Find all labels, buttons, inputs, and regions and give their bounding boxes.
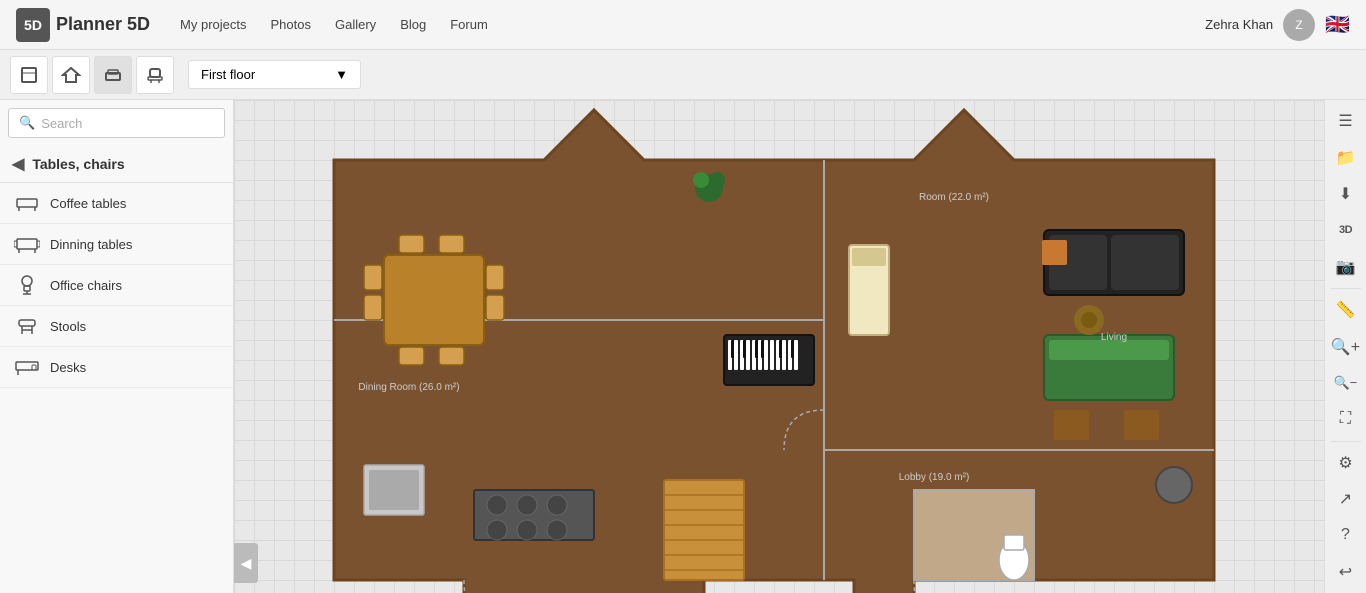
- back-button[interactable]: ↩: [1327, 555, 1365, 589]
- draw-tool-button[interactable]: [10, 56, 48, 94]
- main-toolbar: First floor ▼: [0, 50, 1366, 100]
- nav-photos[interactable]: Photos: [271, 17, 311, 32]
- sidebar-item-stools[interactable]: Stools: [0, 306, 233, 347]
- logo-icon: 5D: [16, 8, 50, 42]
- office-chairs-label: Office chairs: [50, 278, 122, 293]
- 3d-view-button[interactable]: 3D: [1327, 213, 1365, 247]
- measure-button[interactable]: 📏: [1327, 293, 1365, 327]
- sidebar-collapse-button[interactable]: ◀: [234, 543, 258, 583]
- search-icon: 🔍: [19, 115, 35, 131]
- nav-my-projects[interactable]: My projects: [180, 17, 246, 32]
- dining-table-icon: [14, 234, 40, 254]
- settings-button[interactable]: ⚙: [1327, 445, 1365, 479]
- category-label: Tables, chairs: [32, 156, 124, 172]
- share-button[interactable]: ↗: [1327, 482, 1365, 516]
- furniture-tool-button[interactable]: [94, 56, 132, 94]
- menu-button[interactable]: ☰: [1327, 104, 1365, 138]
- search-box[interactable]: 🔍 Search: [8, 108, 225, 138]
- floor-selector[interactable]: First floor ▼: [188, 60, 361, 89]
- camera-button[interactable]: 📷: [1327, 250, 1365, 284]
- main-area: 🔍 Search ◀ Tables, chairs Coffee tables …: [0, 100, 1366, 593]
- dinning-tables-label: Dinning tables: [50, 237, 132, 252]
- logo-text: Planner 5D: [56, 14, 150, 35]
- office-chair-icon: [14, 275, 40, 295]
- user-name: Zehra Khan: [1205, 17, 1273, 32]
- flag-icon: 🇬🇧: [1325, 12, 1350, 37]
- sidebar-item-dinning-tables[interactable]: Dinning tables: [0, 224, 233, 265]
- zoom-out-button[interactable]: 🔍−: [1327, 366, 1365, 400]
- floor-label: First floor: [201, 67, 255, 82]
- sidebar-item-desks[interactable]: Desks: [0, 347, 233, 388]
- logo[interactable]: 5D Planner 5D: [16, 8, 150, 42]
- svg-text:Lobby (19.0 m²): Lobby (19.0 m²): [899, 472, 970, 483]
- coffee-tables-label: Coffee tables: [50, 196, 126, 211]
- search-placeholder: Search: [41, 116, 82, 131]
- sidebar-items-list: Coffee tables Dinning tables Office chai…: [0, 183, 233, 593]
- sidebar: 🔍 Search ◀ Tables, chairs Coffee tables …: [0, 100, 234, 593]
- svg-text:Living: Living: [1101, 332, 1127, 343]
- dropdown-arrow-icon: ▼: [335, 67, 348, 82]
- desks-label: Desks: [50, 360, 86, 375]
- nav-forum[interactable]: Forum: [450, 17, 488, 32]
- svg-text:Room (22.0 m²): Room (22.0 m²): [919, 192, 989, 203]
- stool-icon: [14, 316, 40, 336]
- files-button[interactable]: 📁: [1327, 140, 1365, 174]
- top-navigation: 5D Planner 5D My projects Photos Gallery…: [0, 0, 1366, 50]
- chair-tool-button[interactable]: [136, 56, 174, 94]
- right-toolbar: ☰ 📁 ⬇ 3D 📷 📏 🔍+ 🔍− ⛶ ⚙ ↗ ? ↩: [1324, 100, 1366, 593]
- sidebar-item-office-chairs[interactable]: Office chairs: [0, 265, 233, 306]
- category-back-button[interactable]: ◀ Tables, chairs: [0, 146, 233, 183]
- sidebar-item-coffee-tables[interactable]: Coffee tables: [0, 183, 233, 224]
- nav-links: My projects Photos Gallery Blog Forum: [180, 17, 1175, 32]
- back-arrow-icon: ◀: [12, 154, 24, 174]
- floor-plan-svg: Dining Room (26.0 m²): [234, 100, 1324, 593]
- desk-icon: [14, 357, 40, 377]
- fullscreen-button[interactable]: ⛶: [1327, 402, 1365, 436]
- nav-gallery[interactable]: Gallery: [335, 17, 376, 32]
- download-button[interactable]: ⬇: [1327, 177, 1365, 211]
- svg-text:Dining Room (26.0 m²): Dining Room (26.0 m²): [358, 382, 459, 393]
- stools-label: Stools: [50, 319, 86, 334]
- toolbar-divider-1: [1331, 288, 1361, 289]
- canvas-area[interactable]: Dining Room (26.0 m²): [234, 100, 1324, 593]
- coffee-table-icon: [14, 193, 40, 213]
- user-avatar[interactable]: Z: [1283, 9, 1315, 41]
- nav-blog[interactable]: Blog: [400, 17, 426, 32]
- user-area: Zehra Khan Z 🇬🇧: [1205, 9, 1350, 41]
- toolbar-divider-2: [1331, 441, 1361, 442]
- zoom-in-button[interactable]: 🔍+: [1327, 329, 1365, 363]
- home-tool-button[interactable]: [52, 56, 90, 94]
- help-button[interactable]: ?: [1327, 518, 1365, 552]
